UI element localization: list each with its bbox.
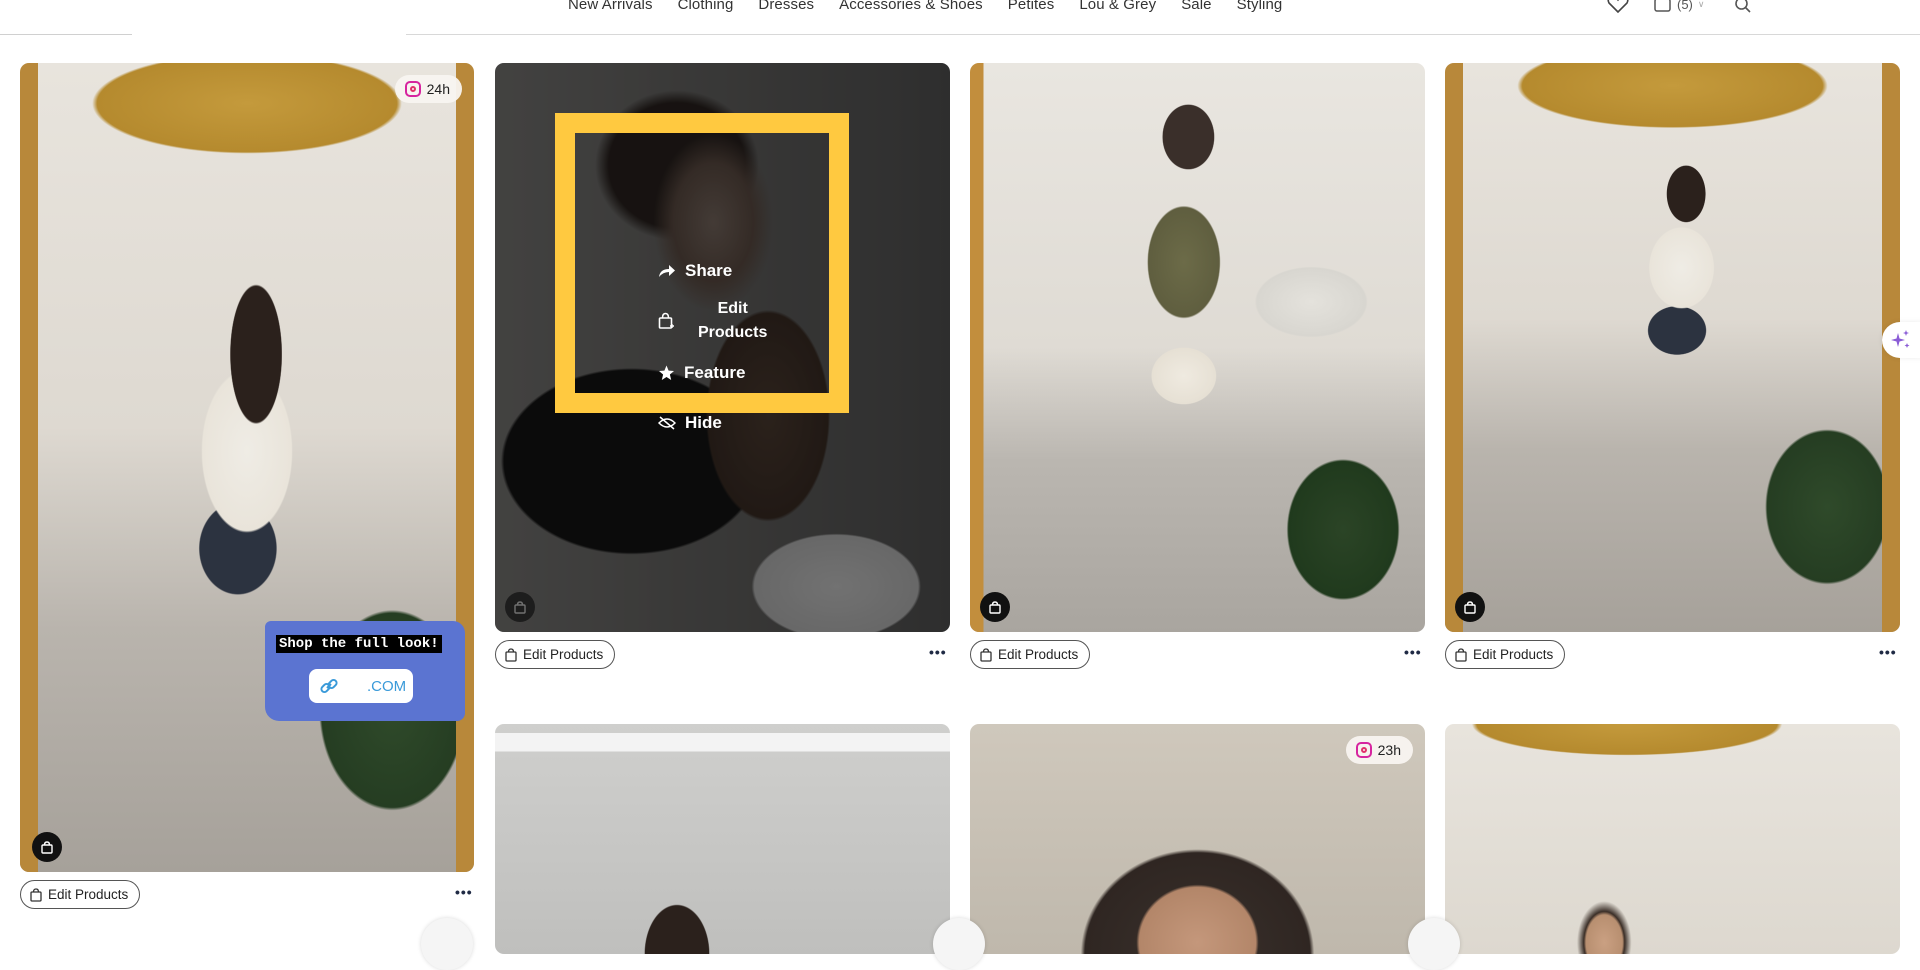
heart-icon: [1607, 0, 1629, 14]
edit-label-line2: Products: [698, 324, 768, 341]
main-nav: New Arrivals Clothing Dresses Accessorie…: [568, 0, 1282, 13]
post-card-3-image[interactable]: [970, 63, 1425, 632]
nav-dresses[interactable]: Dresses: [758, 0, 814, 13]
search-button[interactable]: [1734, 0, 1752, 14]
cart-count: (5): [1677, 0, 1693, 12]
sticker-text: Shop the full look!: [276, 635, 442, 653]
sparkle-icon: [1891, 330, 1910, 348]
hide-label: Hide: [685, 413, 722, 432]
nav-sale[interactable]: Sale: [1181, 0, 1211, 13]
tag-products-button[interactable]: [32, 832, 62, 862]
edit-bag-icon: [505, 647, 517, 662]
edit-products-label: Edit Products: [48, 887, 129, 902]
nav-accessories-shoes[interactable]: Accessories & Shoes: [839, 0, 983, 13]
instagram-icon: [404, 81, 421, 97]
photo-holding-cat: [970, 63, 1425, 632]
scroll-button[interactable]: [933, 918, 985, 970]
more-options-button[interactable]: •••: [455, 884, 473, 900]
photo-mirror-full: [1445, 63, 1900, 632]
logo-area: [0, 0, 132, 35]
nav-styling[interactable]: Styling: [1237, 0, 1283, 13]
story-age: 23h: [1377, 742, 1401, 758]
more-options-button[interactable]: •••: [1404, 644, 1422, 660]
scroll-button[interactable]: [1408, 918, 1460, 970]
edit-products-button[interactable]: Edit Products: [1445, 640, 1566, 669]
edit-bag-icon: [1455, 647, 1467, 662]
photo-gray-wall: [495, 724, 950, 954]
header-gap: [132, 34, 406, 36]
edit-products-label: Edit Products: [998, 647, 1079, 662]
edit-products-button[interactable]: Edit Products: [970, 640, 1091, 669]
chevron-down-icon: ∨: [1697, 0, 1705, 9]
tag-products-button[interactable]: [980, 592, 1010, 622]
menu-feature[interactable]: Feature: [658, 363, 745, 383]
nav-clothing[interactable]: Clothing: [678, 0, 734, 13]
shopping-bag-icon: [1654, 0, 1671, 12]
shopping-bag-icon: [1464, 600, 1476, 614]
feature-label: Feature: [684, 363, 746, 382]
scroll-button[interactable]: [421, 918, 473, 970]
more-options-button[interactable]: •••: [1879, 644, 1897, 660]
edit-products-label: Edit Products: [523, 647, 604, 662]
share-label: Share: [685, 261, 733, 280]
instagram-icon: [1355, 742, 1372, 758]
eye-off-icon: [658, 416, 676, 430]
sticker-link[interactable]: .COM: [309, 669, 413, 703]
edit-products-button[interactable]: Edit Products: [20, 880, 141, 909]
menu-share[interactable]: Share: [658, 261, 732, 281]
post-card-5-image[interactable]: [495, 724, 950, 954]
nav-lou-grey[interactable]: Lou & Grey: [1079, 0, 1156, 13]
link-domain: .COM: [367, 677, 407, 695]
edit-products-label: Edit Products: [1473, 647, 1554, 662]
link-icon: [320, 678, 338, 694]
shop-link-sticker[interactable]: Shop the full look! .COM: [265, 621, 465, 721]
tag-products-button[interactable]: [1455, 592, 1485, 622]
wishlist-button[interactable]: [1607, 0, 1629, 14]
photo-mirror-selfie: [20, 63, 474, 872]
post-card-4-image[interactable]: [1445, 63, 1900, 632]
edit-bag-icon: [980, 647, 992, 662]
site-header: New Arrivals Clothing Dresses Accessorie…: [0, 0, 1920, 36]
post-card-6-image[interactable]: 23h: [970, 724, 1425, 954]
post-card-2-image[interactable]: Share Edit Products Feature Hide: [495, 63, 950, 632]
shopping-bag-icon: [514, 600, 526, 614]
post-card-1-image[interactable]: 24h: [20, 63, 474, 872]
instagram-story-badge: 23h: [1345, 736, 1413, 764]
story-age: 24h: [426, 81, 450, 97]
tag-products-button[interactable]: [505, 592, 535, 622]
shopping-bag-icon: [989, 600, 1001, 614]
menu-hide[interactable]: Hide: [658, 413, 722, 433]
ai-assistant-button[interactable]: [1882, 322, 1920, 358]
more-options-button[interactable]: •••: [929, 644, 947, 660]
star-icon: [659, 365, 674, 380]
edit-bag-icon: [658, 312, 674, 329]
edit-products-button[interactable]: Edit Products: [495, 640, 616, 669]
search-icon: [1735, 0, 1751, 13]
menu-edit-products[interactable]: Edit Products: [658, 297, 767, 345]
post-card-7-image[interactable]: [1445, 724, 1900, 954]
share-icon: [659, 265, 675, 277]
instagram-story-badge: 24h: [394, 75, 462, 103]
edit-bag-icon: [30, 887, 42, 902]
edit-label-line1: Edit: [717, 300, 748, 317]
shopping-bag-icon: [41, 840, 53, 854]
nav-new-arrivals[interactable]: New Arrivals: [568, 0, 653, 13]
photo-mirror-smile: [1445, 724, 1900, 954]
cart-button[interactable]: (5) ∨: [1654, 0, 1704, 12]
nav-petites[interactable]: Petites: [1008, 0, 1055, 13]
